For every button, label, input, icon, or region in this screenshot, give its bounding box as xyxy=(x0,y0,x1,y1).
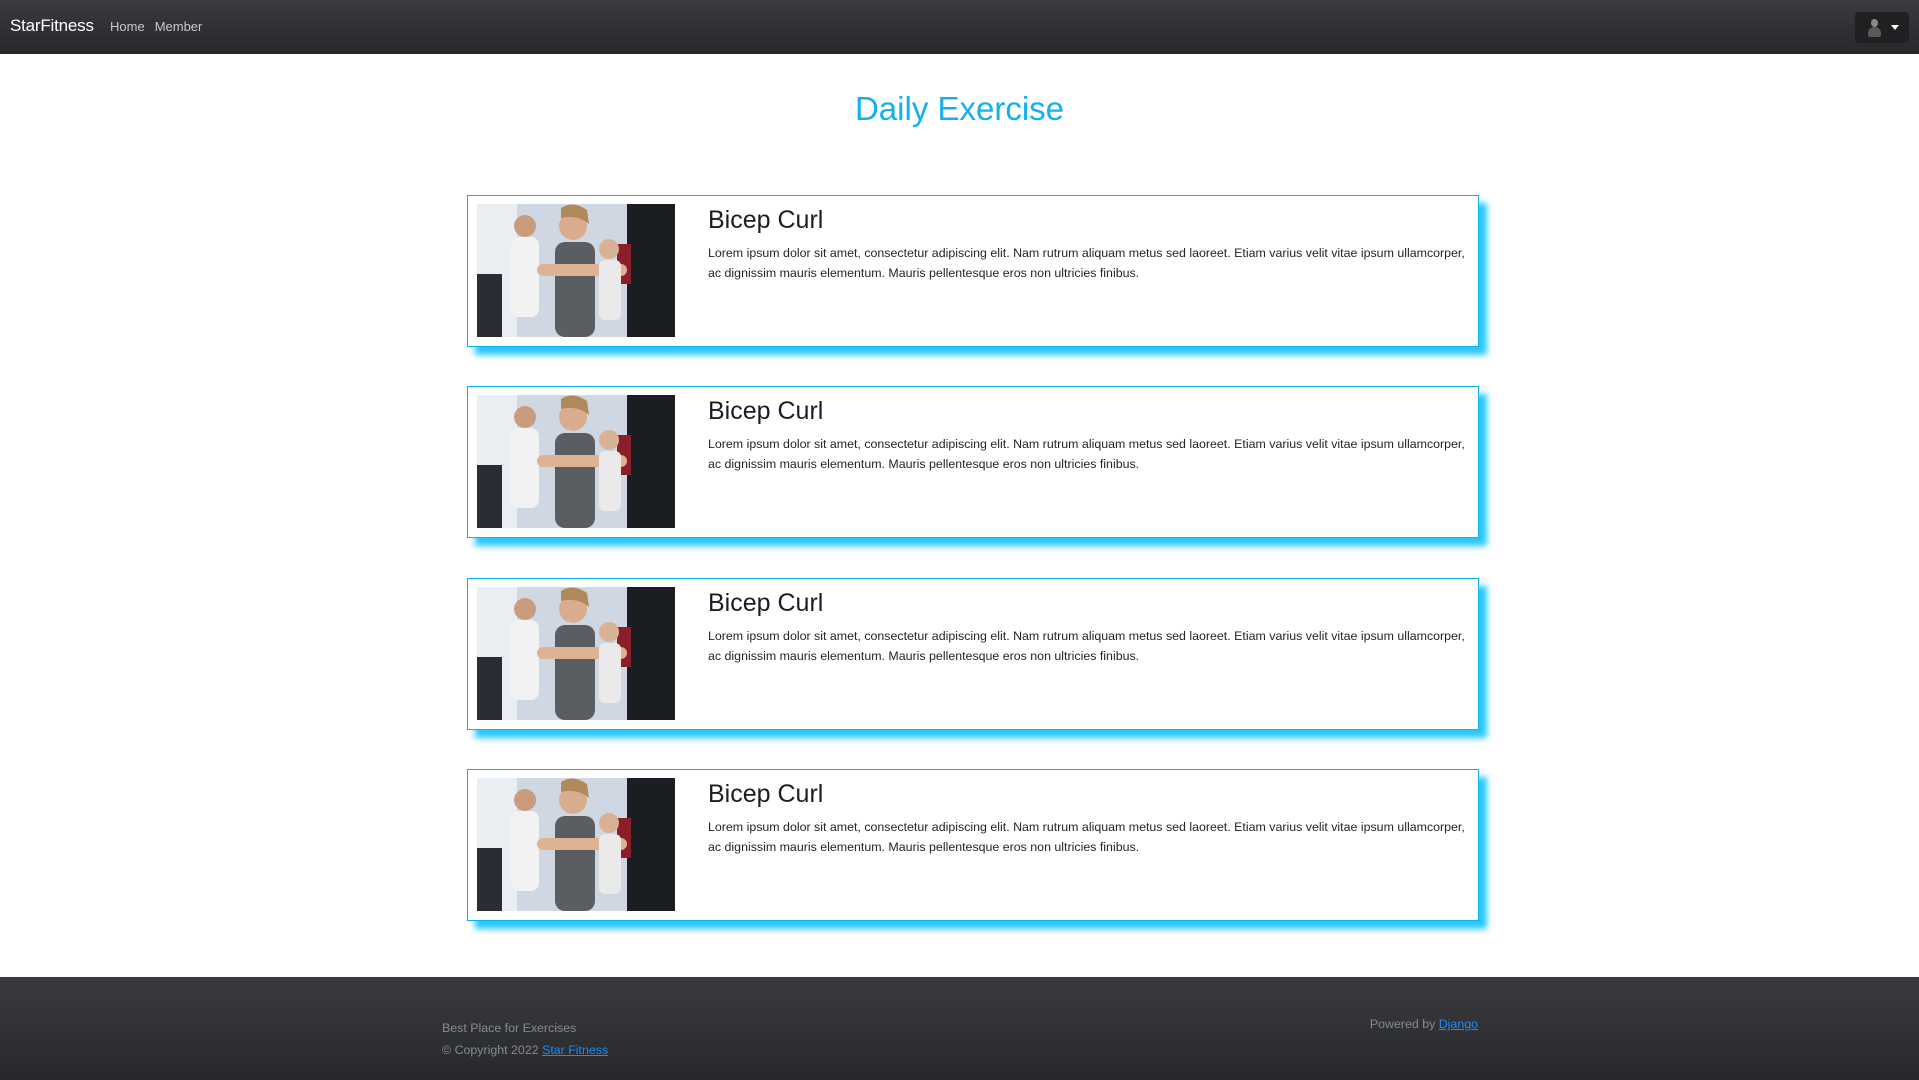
star-fitness-link[interactable]: Star Fitness xyxy=(542,1043,608,1057)
nav-link-member[interactable]: Member xyxy=(155,19,203,34)
exercise-card[interactable]: Bicep Curl Lorem ipsum dolor sit amet, co… xyxy=(467,386,1479,538)
user-menu-button[interactable] xyxy=(1855,12,1909,43)
exercise-image xyxy=(477,204,675,337)
exercise-description: Lorem ipsum dolor sit amet, consectetur … xyxy=(708,246,1465,280)
exercise-image xyxy=(477,778,675,911)
nav-links: Home Member xyxy=(110,19,212,34)
footer-copyright: © Copyright 2022 Star Fitness xyxy=(442,1039,608,1061)
caret-down-icon xyxy=(1890,25,1899,30)
footer-tagline: Best Place for Exercises xyxy=(442,1021,577,1035)
exercise-card[interactable]: Bicep Curl Lorem ipsum dolor sit amet, co… xyxy=(467,195,1479,347)
footer: Best Place for Exercises © Copyright 202… xyxy=(0,977,1919,1080)
exercise-description: Lorem ipsum dolor sit amet, consectetur … xyxy=(708,820,1465,854)
exercise-title: Bicep Curl xyxy=(708,397,824,425)
page-title: Daily Exercise xyxy=(854,90,1065,127)
copyright-text: © Copyright 2022 xyxy=(442,1043,539,1057)
brand-logo[interactable]: StarFitness xyxy=(10,16,94,36)
exercise-card[interactable]: Bicep Curl Lorem ipsum dolor sit amet, co… xyxy=(467,769,1479,921)
top-navbar: StarFitness Home Member xyxy=(0,0,1919,54)
nav-link-home[interactable]: Home xyxy=(110,19,145,34)
footer-left: Best Place for Exercises © Copyright 202… xyxy=(442,1017,608,1061)
exercise-image xyxy=(477,587,675,720)
exercise-description: Lorem ipsum dolor sit amet, consectetur … xyxy=(708,629,1465,663)
user-avatar-icon xyxy=(1866,18,1883,38)
exercise-description: Lorem ipsum dolor sit amet, consectetur … xyxy=(708,437,1465,471)
django-link[interactable]: Django xyxy=(1439,1017,1478,1031)
exercise-image xyxy=(477,395,675,528)
exercise-card[interactable]: Bicep Curl Lorem ipsum dolor sit amet, co… xyxy=(467,578,1479,730)
powered-by-text: Powered by xyxy=(1369,1017,1436,1031)
exercise-title: Bicep Curl xyxy=(708,780,824,808)
exercise-title: Bicep Curl xyxy=(708,206,824,234)
exercise-title: Bicep Curl xyxy=(708,589,824,617)
footer-right: Powered by Django xyxy=(1370,1017,1478,1031)
